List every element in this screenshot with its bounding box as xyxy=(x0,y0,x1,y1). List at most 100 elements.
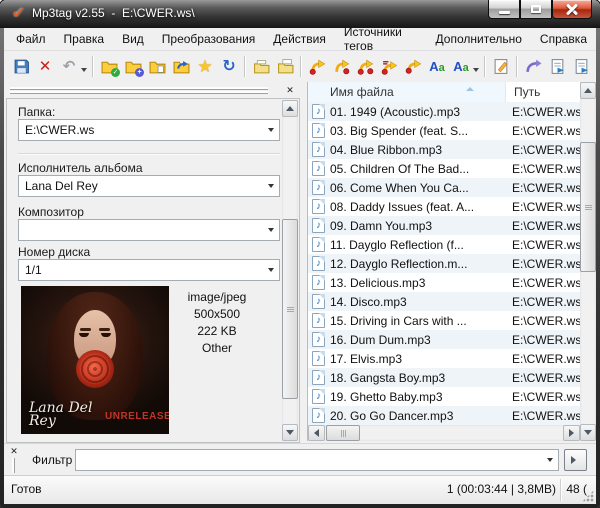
list-header: Имя файла Путь xyxy=(308,82,580,103)
change-directory-button[interactable]: ✓ xyxy=(97,55,121,79)
actions-Aa-icon: Aa xyxy=(453,59,469,74)
scroll-up-button[interactable] xyxy=(580,82,596,99)
case-conversion-button[interactable]: Aa xyxy=(425,55,449,79)
scroll-thumb[interactable] xyxy=(580,142,596,272)
scroll-down-button[interactable] xyxy=(282,424,298,441)
table-row[interactable]: ♪ 15. Driving in Cars with ... E:\CWER.w… xyxy=(308,311,585,330)
title-bar[interactable]: ✔ Mp3tag v2.55 - E:\CWER.ws\ xyxy=(0,0,600,28)
music-file-icon: ♪ xyxy=(312,180,325,195)
tag-copy-button[interactable] xyxy=(249,55,273,79)
menu-edit[interactable]: Правка xyxy=(55,29,114,49)
maximize-button[interactable] xyxy=(520,0,552,19)
folder-combobox[interactable]: E:\CWER.ws xyxy=(18,119,280,141)
convert-text-file-to-tag-button[interactable] xyxy=(401,55,425,79)
menu-file[interactable]: Файл xyxy=(7,29,55,49)
close-icon xyxy=(565,3,579,15)
scroll-thumb[interactable] xyxy=(282,219,298,399)
tag-copy-icon xyxy=(253,60,269,74)
album-artist-combobox[interactable]: Lana Del Rey xyxy=(18,175,280,197)
save-tag-button[interactable] xyxy=(9,55,33,79)
tag-paste-button[interactable] xyxy=(273,55,297,79)
table-row[interactable]: ♪ 14. Disco.mp3 E:\CWER.ws\ xyxy=(308,292,585,311)
purple-arrow-icon xyxy=(525,59,541,72)
file-path-cell: E:\CWER.ws\ xyxy=(512,408,585,423)
table-row[interactable]: ♪ 18. Gangsta Boy.mp3 E:\CWER.ws\ xyxy=(308,368,585,387)
disc-number-combobox[interactable]: 1/1 xyxy=(18,259,280,281)
refresh-button[interactable]: ↻ xyxy=(217,55,241,79)
convert-filename-to-tag-button[interactable] xyxy=(329,55,353,79)
menu-tools[interactable]: Дополнительно xyxy=(427,29,531,49)
scroll-up-button[interactable] xyxy=(282,100,298,117)
playlist-export-all-button[interactable] xyxy=(569,55,593,79)
convert-tag-to-filename-button[interactable] xyxy=(305,55,329,79)
folder-export-button[interactable] xyxy=(145,55,169,79)
chevron-down-icon[interactable] xyxy=(268,184,274,191)
client-area: Файл Правка Вид Преобразования Действия … xyxy=(4,25,596,504)
table-row[interactable]: ♪ 04. Blue Ribbon.mp3 E:\CWER.ws\ xyxy=(308,140,585,159)
toolbar-separator xyxy=(516,56,518,77)
playlist-export-button[interactable] xyxy=(545,55,569,79)
minimize-button[interactable] xyxy=(488,0,520,19)
table-row[interactable]: ♪ 06. Come When You Ca... E:\CWER.ws\ xyxy=(308,178,585,197)
table-row[interactable]: ♪ 01. 1949 (Acoustic).mp3 E:\CWER.ws\ xyxy=(308,102,585,121)
menu-actions[interactable]: Действия xyxy=(264,29,335,49)
chevron-down-icon[interactable] xyxy=(547,458,553,465)
column-header-filename[interactable]: Имя файла xyxy=(308,82,506,102)
music-file-icon: ♪ xyxy=(312,332,325,347)
panel-grip-handle[interactable] xyxy=(10,87,268,90)
file-name-cell: 18. Gangsta Boy.mp3 xyxy=(330,370,446,385)
convert-filename-to-filename-button[interactable] xyxy=(353,55,377,79)
close-button[interactable] xyxy=(552,0,592,19)
table-row[interactable]: ♪ 08. Daddy Issues (feat. A... E:\CWER.w… xyxy=(308,197,585,216)
favorites-button[interactable]: ★ xyxy=(193,55,217,79)
menu-convert[interactable]: Преобразования xyxy=(153,29,265,49)
undo-button[interactable]: ↶ xyxy=(57,55,81,79)
file-path-cell: E:\CWER.ws\ xyxy=(512,237,585,252)
web-sources-button[interactable] xyxy=(521,55,545,79)
panel-grip-handle[interactable] xyxy=(10,91,268,94)
menu-help[interactable]: Справка xyxy=(531,29,596,49)
table-row[interactable]: ♪ 12. Dayglo Reflection.m... E:\CWER.ws\ xyxy=(308,254,585,273)
table-row[interactable]: ♪ 03. Big Spender (feat. S... E:\CWER.ws… xyxy=(308,121,585,140)
filter-apply-button[interactable] xyxy=(564,449,587,471)
filter-combobox[interactable] xyxy=(75,449,559,471)
folder-refresh-button[interactable] xyxy=(169,55,193,79)
table-row[interactable]: ♪ 17. Elvis.mp3 E:\CWER.ws\ xyxy=(308,349,585,368)
folder-arrow-icon xyxy=(173,60,189,74)
filter-grip-handle[interactable] xyxy=(12,458,15,473)
column-header-path[interactable]: Путь xyxy=(506,82,580,102)
table-row[interactable]: ♪ 20. Go Go Dancer.mp3 E:\CWER.ws\ xyxy=(308,406,585,425)
actions-button[interactable]: Aa xyxy=(449,55,473,79)
tag-panel-close-icon[interactable]: ✕ xyxy=(284,84,296,96)
music-file-icon: ♪ xyxy=(312,161,325,176)
scroll-right-button[interactable] xyxy=(563,425,580,441)
file-name-cell: 12. Dayglo Reflection.m... xyxy=(330,256,468,271)
scroll-left-button[interactable] xyxy=(308,425,325,441)
scroll-down-button[interactable] xyxy=(580,424,596,441)
album-cover-art[interactable]: Lana Del Rey UNRELEASED xyxy=(21,286,169,434)
folder-label: Папка: xyxy=(18,105,56,119)
edit-tag-button[interactable] xyxy=(489,55,513,79)
filter-close-icon[interactable]: ✕ xyxy=(8,445,20,457)
table-row[interactable]: ♪ 05. Children Of The Bad... E:\CWER.ws\ xyxy=(308,159,585,178)
mp3tag-window: ✔ Mp3tag v2.55 - E:\CWER.ws\ Файл Правка… xyxy=(0,0,600,508)
triangle-right-icon xyxy=(571,456,580,464)
table-row[interactable]: ♪ 11. Dayglo Reflection (f... E:\CWER.ws… xyxy=(308,235,585,254)
filter-label: Фильтр xyxy=(32,453,73,467)
convert-tag-to-tag-button[interactable] xyxy=(377,55,401,79)
undo-dropdown-caret-icon[interactable] xyxy=(81,67,87,75)
add-directory-button[interactable]: + xyxy=(121,55,145,79)
chevron-down-icon[interactable] xyxy=(268,128,274,135)
menu-view[interactable]: Вид xyxy=(113,29,153,49)
scroll-thumb[interactable] xyxy=(326,425,360,441)
remove-tag-button[interactable]: ✕ xyxy=(33,55,57,79)
chevron-down-icon[interactable] xyxy=(268,228,274,235)
table-row[interactable]: ♪ 09. Damn You.mp3 E:\CWER.ws\ xyxy=(308,216,585,235)
table-row[interactable]: ♪ 19. Ghetto Baby.mp3 E:\CWER.ws\ xyxy=(308,387,585,406)
table-row[interactable]: ♪ 13. Delicious.mp3 E:\CWER.ws\ xyxy=(308,273,585,292)
chevron-down-icon[interactable] xyxy=(268,268,274,275)
file-name-cell: 09. Damn You.mp3 xyxy=(330,218,433,233)
table-row[interactable]: ♪ 16. Dum Dum.mp3 E:\CWER.ws\ xyxy=(308,330,585,349)
actions-dropdown-caret-icon[interactable] xyxy=(473,67,479,75)
composer-combobox[interactable] xyxy=(18,219,280,241)
